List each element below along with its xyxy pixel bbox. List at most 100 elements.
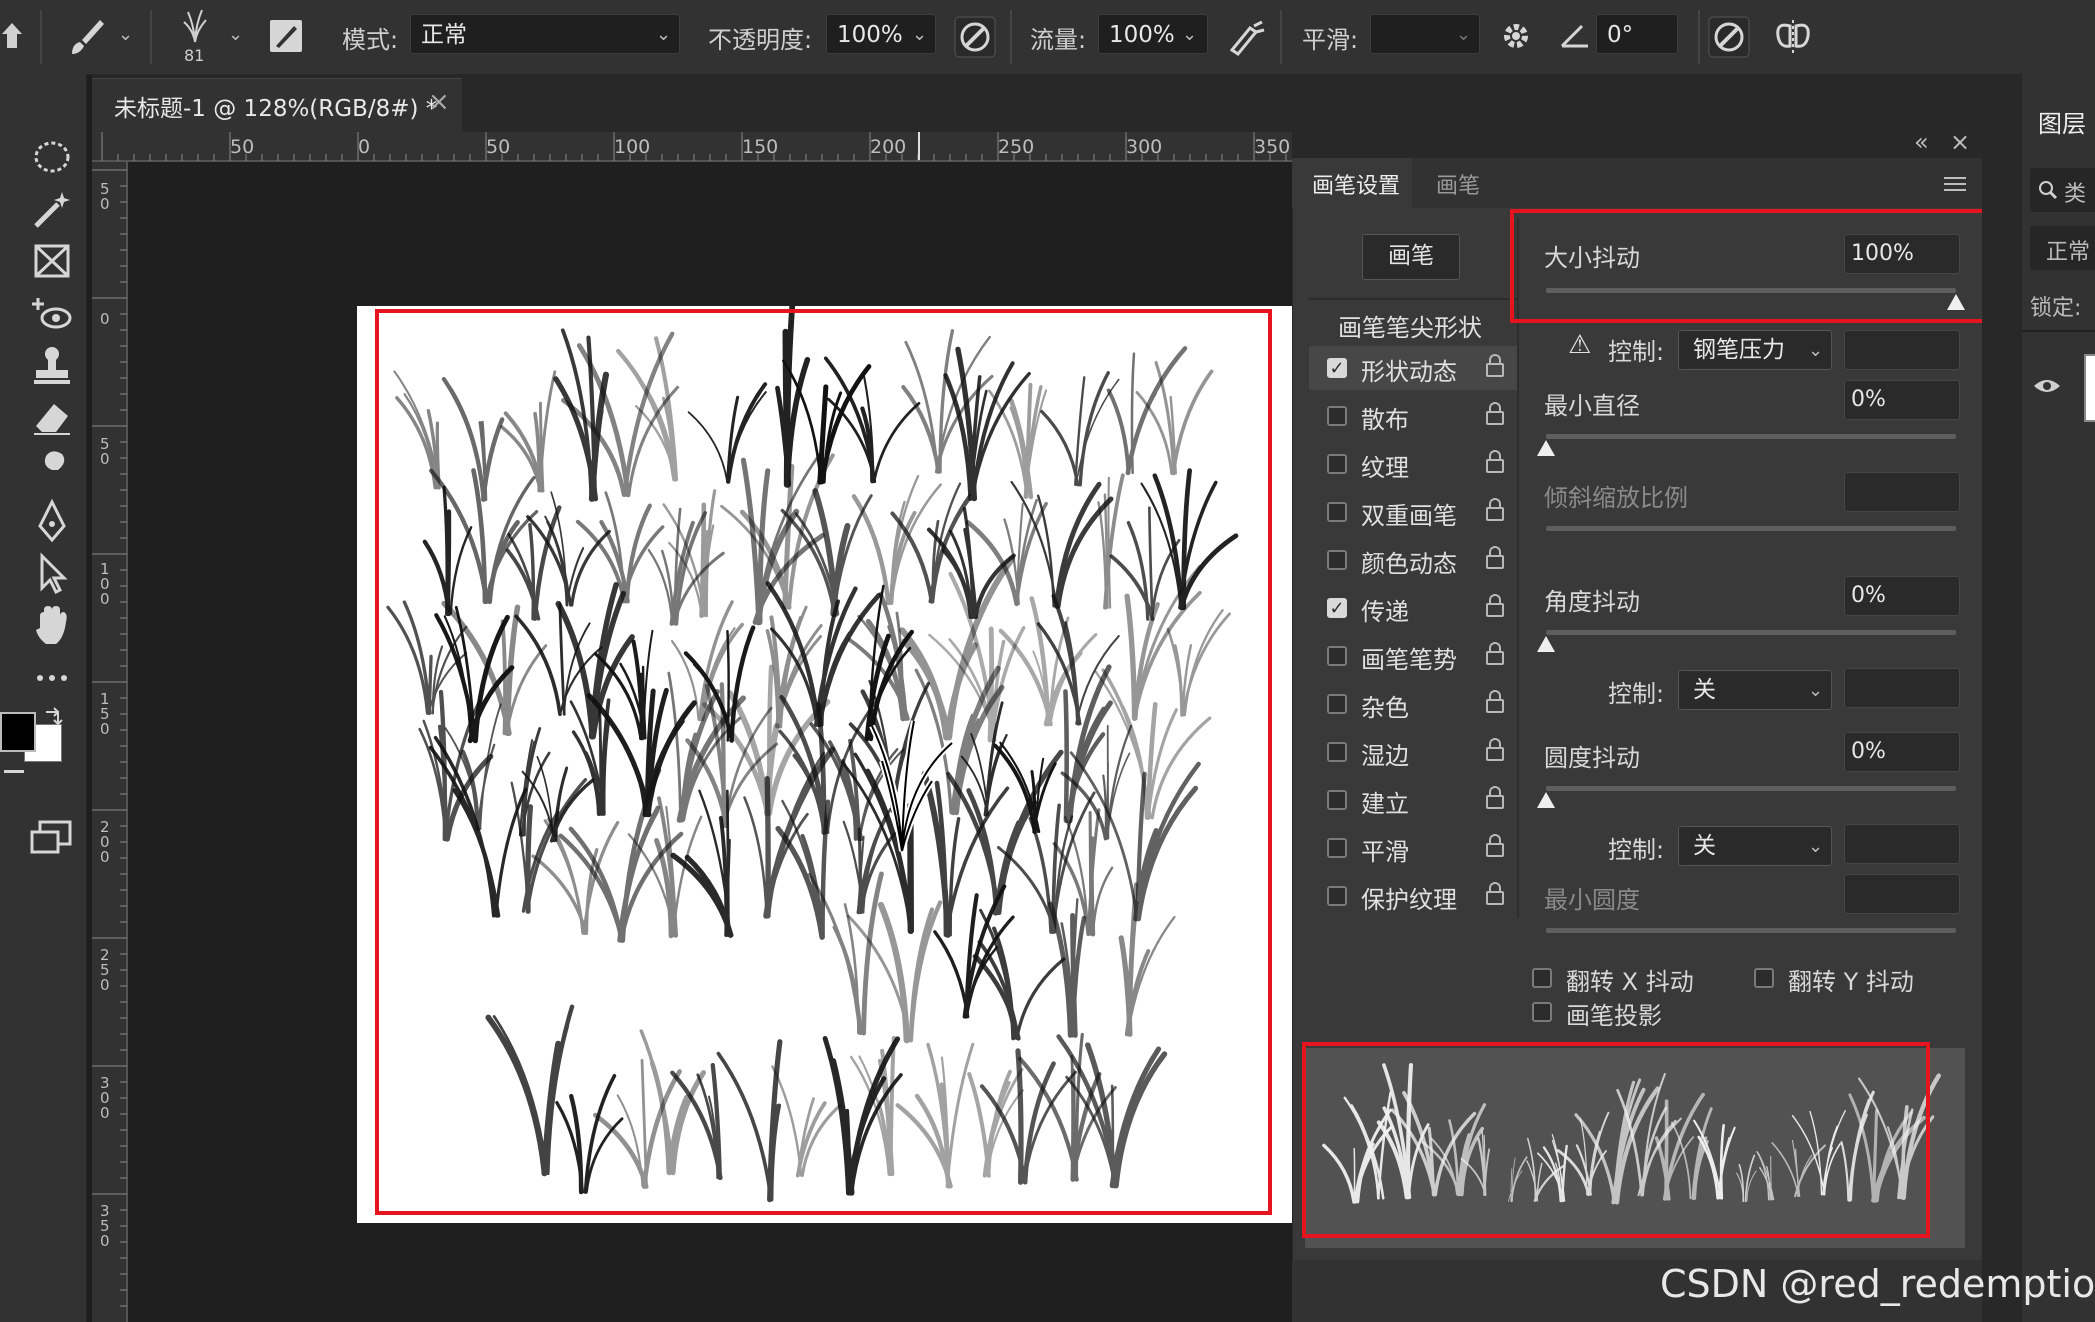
checkbox[interactable] [1327,886,1347,906]
layer-thumbnail[interactable] [2084,354,2095,422]
flip-y-jitter-checkbox[interactable] [1754,968,1774,988]
document-canvas[interactable] [357,306,1292,1223]
pen-tool-icon[interactable] [28,498,76,544]
vertical-ruler: 5 0 0 5 0 1 0 0 1 5 0 2 0 0 2 5 0 3 0 0 … [92,162,129,1322]
option-row-protect-texture[interactable]: 保护纹理 [1309,874,1517,918]
lock-icon-body [1486,555,1504,569]
chevron-down-icon[interactable]: ⌄ [912,24,927,45]
tab-brushes[interactable]: 画笔 [1422,158,1502,208]
option-row-texture[interactable]: 纹理 [1309,442,1517,486]
chevron-down-icon[interactable]: ⌄ [1182,24,1197,45]
size-control-extra-input[interactable] [1844,330,1960,370]
chevron-down-icon[interactable]: ⌄ [228,24,243,45]
option-row-noise[interactable]: 杂色 [1309,682,1517,726]
red-eye-tool-icon[interactable] [28,290,76,336]
roundness-control-extra-input[interactable] [1844,824,1960,864]
checkbox[interactable] [1327,550,1347,570]
chevron-down-icon[interactable]: ⌄ [656,24,671,45]
option-row-build-up[interactable]: 建立 [1309,778,1517,822]
home-icon[interactable] [0,20,26,50]
checkbox[interactable] [1327,406,1347,426]
layers-panel-title[interactable]: 图层 [2038,104,2086,139]
option-row-smoothing[interactable]: 平滑 [1309,826,1517,870]
option-row-brush-pose[interactable]: 画笔笔势 [1309,634,1517,678]
checkbox[interactable] [1327,502,1347,522]
option-row-wet-edges[interactable]: 湿边 [1309,730,1517,774]
min-diameter-input[interactable]: 0% [1844,380,1960,420]
close-tab-icon[interactable]: × [428,87,450,117]
layer-blend-mode-select[interactable]: 正常 [2030,226,2095,270]
panel-menu-icon[interactable] [1944,176,1966,192]
frame-tool-icon[interactable] [28,238,76,284]
layer-search-field[interactable]: 类 [2030,168,2095,212]
swap-colors-icon[interactable] [42,706,66,730]
magic-wand-icon[interactable] [28,186,76,232]
angle-control-extra-input[interactable] [1844,668,1960,708]
option-row-color-dynamics[interactable]: 颜色动态 [1309,538,1517,582]
checkbox[interactable] [1327,694,1347,714]
option-row-transfer[interactable]: ✓ 传递 [1309,586,1517,630]
checkbox[interactable] [1327,838,1347,858]
chevron-down-icon[interactable]: ⌄ [1808,836,1823,857]
smudge-tool-icon[interactable] [28,446,76,492]
roundness-jitter-input[interactable]: 0% [1844,732,1960,772]
brush-panel-toggle-icon[interactable] [268,18,304,54]
tab-brush-settings[interactable]: 画笔设置 [1292,158,1412,208]
chevron-down-icon[interactable]: ⌄ [1808,340,1823,361]
warning-icon: ⚠ [1568,330,1592,360]
angle-jitter-slider-thumb[interactable] [1537,636,1555,652]
chevron-down-icon[interactable]: ⌄ [1808,680,1823,701]
brushes-button[interactable]: 画笔 [1362,234,1460,280]
checkbox[interactable] [1327,646,1347,666]
chevron-down-icon[interactable]: ⌄ [118,24,133,45]
checkbox-checked[interactable]: ✓ [1327,358,1347,378]
more-tools-icon[interactable] [28,654,76,700]
chevron-down-icon[interactable]: ⌄ [1456,24,1471,45]
screen-mode-icon[interactable] [28,818,74,858]
brush-tool-icon[interactable] [66,16,106,56]
option-row-scattering[interactable]: 散布 [1309,394,1517,438]
eraser-icon[interactable] [28,394,76,440]
min-diameter-slider-thumb[interactable] [1537,440,1555,456]
checkbox[interactable] [1327,742,1347,762]
airbrush-icon[interactable] [1226,18,1266,58]
min-roundness-input[interactable] [1844,874,1960,914]
gear-icon[interactable] [1500,20,1532,52]
checkbox-checked[interactable]: ✓ [1327,598,1347,618]
quick-mask-icon[interactable] [4,770,24,773]
symmetry-icon[interactable] [1772,16,1814,58]
foreground-color-swatch[interactable] [0,712,36,752]
eye-visibility-icon[interactable] [2032,376,2062,396]
pressure-opacity-icon[interactable] [954,16,996,58]
hand-tool-icon[interactable] [28,602,76,648]
checkbox[interactable] [1327,454,1347,474]
tilt-scale-input[interactable] [1844,472,1960,512]
angle-jitter-slider[interactable] [1546,630,1956,635]
mode-select[interactable]: 正常 [410,14,680,54]
option-row-dual-brush[interactable]: 双重画笔 [1309,490,1517,534]
roundness-jitter-slider[interactable] [1546,786,1956,791]
roundness-jitter-label: 圆度抖动 [1544,744,1640,772]
collapse-panel-icon[interactable]: « [1914,128,1929,156]
angle-input[interactable]: 0° [1596,14,1678,54]
grass-brush-preset-icon[interactable] [180,8,210,44]
tilt-scale-slider[interactable] [1546,526,1956,531]
close-panel-icon[interactable]: × [1950,128,1970,156]
min-diameter-slider[interactable] [1546,434,1956,439]
pressure-size-icon[interactable] [1708,16,1750,58]
min-roundness-slider[interactable] [1546,928,1956,933]
roundness-jitter-slider-thumb[interactable] [1537,792,1555,808]
mode-label: 模式: [342,26,399,54]
stamp-tool-icon[interactable] [28,342,76,388]
flip-x-jitter-checkbox[interactable] [1532,968,1552,988]
angle-jitter-input[interactable]: 0% [1844,576,1960,616]
divider [2022,330,2095,332]
checkbox[interactable] [1327,790,1347,810]
tilt-scale-label: 倾斜缩放比例 [1544,484,1688,512]
elliptical-marquee-icon[interactable] [28,134,76,180]
brush-projection-checkbox[interactable] [1532,1002,1552,1022]
path-selection-icon[interactable] [28,550,76,596]
brush-tip-shape-item[interactable]: 画笔笔尖形状 [1338,308,1482,343]
option-row-shape-dynamics[interactable]: ✓ 形状动态 [1309,346,1517,390]
document-tab[interactable]: 未标题-1 @ 128%(RGB/8#) * × [92,78,462,133]
